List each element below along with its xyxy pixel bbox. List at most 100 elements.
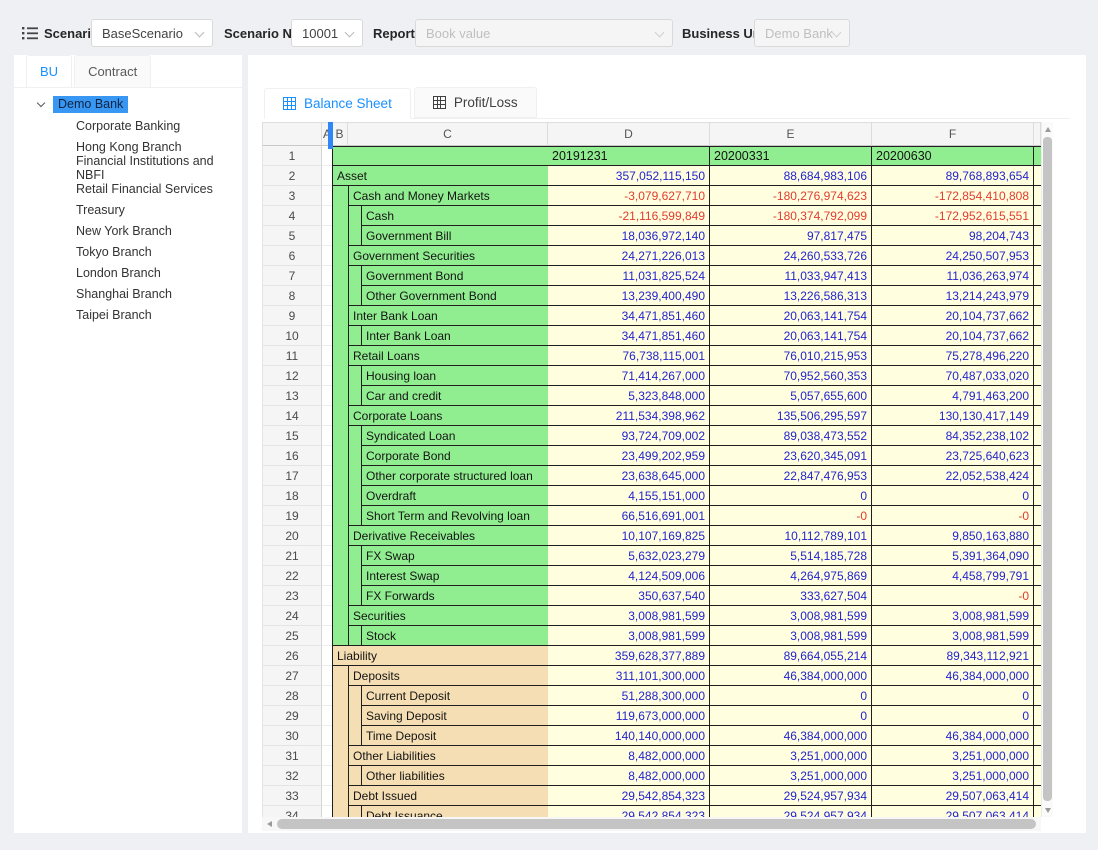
cell-column-g[interactable] [1034,666,1041,686]
row-number[interactable]: 8 [262,286,322,306]
cell-value[interactable]: 3,251,000,000 [710,766,872,786]
cell-column-g[interactable] [1034,186,1041,206]
cell-value[interactable]: 5,514,185,728 [710,546,872,566]
horizontal-scrollbar-thumb[interactable] [277,819,1036,829]
cell-value[interactable]: 46,384,000,000 [872,666,1034,686]
cell-value[interactable]: 13,214,243,979 [872,286,1034,306]
cell-column-a[interactable] [322,786,332,806]
cell-column-g[interactable] [1034,766,1041,786]
cell-label[interactable]: Government Bill [362,226,548,246]
vertical-scrollbar[interactable] [1041,122,1053,817]
cell-label[interactable]: Saving Deposit [362,706,548,726]
cell-value[interactable]: 29,542,854,323 [548,806,710,817]
cell-column-g[interactable] [1034,346,1041,366]
cell-value[interactable]: -21,116,599,849 [548,206,710,226]
column-header-C[interactable]: C [348,122,548,146]
cell-column-a[interactable] [322,766,332,786]
row-number[interactable]: 14 [262,406,322,426]
cell-column-a[interactable] [322,246,332,266]
cell-value[interactable]: 5,391,364,090 [872,546,1034,566]
cell-value[interactable]: 29,524,957,934 [710,806,872,817]
tree-root-label[interactable]: Demo Bank [53,96,128,113]
cell-value[interactable]: 24,250,507,953 [872,246,1034,266]
cell-column-a[interactable] [322,706,332,726]
cell-value[interactable]: 0 [710,486,872,506]
cell-label[interactable]: Housing loan [362,366,548,386]
row-number[interactable]: 21 [262,546,322,566]
cell-column-a[interactable] [322,366,332,386]
cell-label[interactable]: Inter Bank Loan [349,306,548,326]
column-header-E[interactable]: E [710,122,872,146]
cell-value[interactable]: 3,008,981,599 [548,606,710,626]
row-number[interactable]: 24 [262,606,322,626]
cell-column-a[interactable] [322,226,332,246]
cell-value[interactable]: 350,637,540 [548,586,710,606]
row-number[interactable]: 2 [262,166,322,186]
row-number[interactable]: 23 [262,586,322,606]
cell-label[interactable]: Corporate Loans [349,406,548,426]
row-number[interactable]: 22 [262,566,322,586]
cell-column-g[interactable] [1034,706,1041,726]
cell-value[interactable]: 311,101,300,000 [548,666,710,686]
cell-label[interactable]: Interest Swap [362,566,548,586]
cell-value[interactable]: 89,038,473,552 [710,426,872,446]
scenario-select[interactable]: BaseScenario [91,19,213,47]
tree-node-child[interactable]: Treasury [14,199,242,220]
cell-value[interactable]: 71,414,267,000 [548,366,710,386]
cell-value[interactable]: 23,638,645,000 [548,466,710,486]
cell-value[interactable]: 3,008,981,599 [710,606,872,626]
cell-column-g[interactable] [1034,406,1041,426]
row-number[interactable]: 4 [262,206,322,226]
tab-profit-loss[interactable]: Profit/Loss [414,87,537,118]
cell-label[interactable]: FX Forwards [362,586,548,606]
cell-label[interactable]: Car and credit [362,386,548,406]
row-number[interactable]: 6 [262,246,322,266]
cell-value[interactable]: 98,204,743 [872,226,1034,246]
cell-value[interactable]: 3,251,000,000 [872,746,1034,766]
cell-value[interactable]: -0 [872,506,1034,526]
vertical-scrollbar-thumb[interactable] [1043,137,1052,801]
cell-column-g[interactable] [1034,466,1041,486]
row-number[interactable]: 17 [262,466,322,486]
cell-column-g[interactable] [1034,686,1041,706]
cell-value[interactable]: 22,847,476,953 [710,466,872,486]
cell-date-header[interactable]: 20200630 [872,146,1034,166]
cell-label[interactable]: Short Term and Revolving loan [362,506,548,526]
unordered-list-icon[interactable] [22,26,38,40]
cell-value[interactable]: 88,684,983,106 [710,166,872,186]
cell-value[interactable]: 5,632,023,279 [548,546,710,566]
row-number[interactable]: 15 [262,426,322,446]
cell-label[interactable]: Other corporate structured loan [362,466,548,486]
cell-column-g[interactable] [1034,306,1041,326]
cell-value[interactable]: -172,854,410,808 [872,186,1034,206]
cell-value[interactable]: 10,107,169,825 [548,526,710,546]
cell-value[interactable]: 11,033,947,413 [710,266,872,286]
cell-value[interactable]: -0 [872,586,1034,606]
cell-value[interactable]: 333,627,504 [710,586,872,606]
row-number[interactable]: 29 [262,706,322,726]
cell-column-a[interactable] [322,346,332,366]
cell-label[interactable]: Other Government Bond [362,286,548,306]
scroll-left-button[interactable] [262,817,276,831]
caret-down-icon[interactable] [37,99,45,107]
cell-value[interactable]: 359,628,377,889 [548,646,710,666]
cell-value[interactable]: 34,471,851,460 [548,306,710,326]
cell-column-g[interactable] [1034,486,1041,506]
cell-column-g[interactable] [1034,606,1041,626]
cell-value[interactable]: 0 [710,706,872,726]
cell-value[interactable]: 51,288,300,000 [548,686,710,706]
cell-value[interactable]: 84,352,238,102 [872,426,1034,446]
tree-node-child[interactable]: Financial Institutions and NBFI [14,157,242,178]
cell-column-a[interactable] [322,506,332,526]
cell-value[interactable]: 5,323,848,000 [548,386,710,406]
row-number[interactable]: 33 [262,786,322,806]
cell-column-g[interactable] [1034,206,1041,226]
cell-label[interactable]: Deposits [349,666,548,686]
tree-node-child[interactable]: London Branch [14,262,242,283]
cell-value[interactable]: 46,384,000,000 [710,726,872,746]
cell-value[interactable]: 29,507,063,414 [872,806,1034,817]
column-header-B[interactable]: B [332,122,348,146]
cell-label[interactable]: Retail Loans [349,346,548,366]
cell-value[interactable]: 70,487,033,020 [872,366,1034,386]
row-number[interactable]: 34 [262,806,322,817]
